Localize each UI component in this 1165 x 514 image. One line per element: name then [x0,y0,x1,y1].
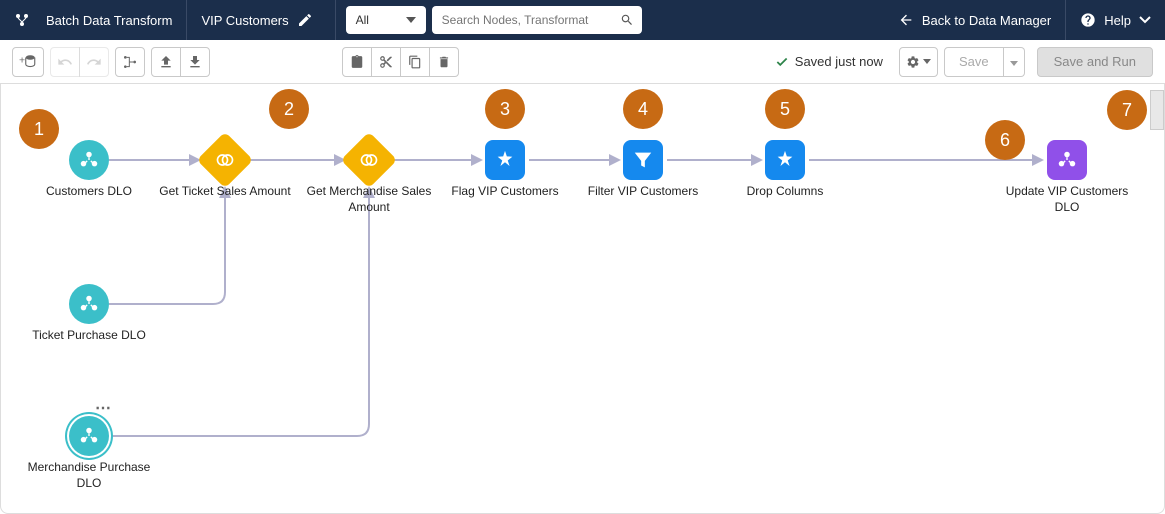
node-update-vip[interactable]: Update VIP Customers DLO [997,140,1137,215]
caret-down-icon [923,59,931,64]
upload-button[interactable] [151,47,181,77]
callout-2: 2 [269,89,309,129]
gear-icon [906,55,920,69]
settings-button[interactable] [899,47,938,77]
node-ticket-purchase[interactable]: Ticket Purchase DLO [19,284,159,344]
node-label: Update VIP Customers DLO [997,184,1137,215]
node-label: Merchandise Purchase DLO [19,460,159,491]
transform-icon [765,140,805,180]
node-label: Get Merchandise Sales Amount [299,184,439,215]
add-source-button[interactable]: + [12,47,44,77]
node-get-merch-sales[interactable]: Get Merchandise Sales Amount [299,140,439,215]
caret-down-icon [406,17,416,23]
arrow-left-icon [898,12,914,28]
check-icon [775,55,789,69]
app-title: Batch Data Transform [46,13,172,28]
source-icon [69,140,109,180]
node-menu-icon[interactable]: ⋯ [95,398,111,418]
filter-icon [623,140,663,180]
node-label: Filter VIP Customers [588,184,698,200]
doc-title-section: VIP Customers [187,0,335,40]
copy-button[interactable] [342,47,372,77]
svg-text:+: + [19,54,25,66]
save-status-text: Saved just now [795,54,883,69]
save-dropdown[interactable] [1004,47,1025,77]
clipboard-icon [350,54,364,70]
filter-selected: All [356,13,369,27]
help-button[interactable]: Help [1066,0,1165,40]
trash-icon [437,54,451,70]
scrollbar[interactable] [1150,90,1164,130]
save-button[interactable]: Save [944,47,1004,77]
callout-4: 4 [623,89,663,129]
download-button[interactable] [180,47,210,77]
node-filter-vip[interactable]: Filter VIP Customers [573,140,713,200]
node-customers-dlo[interactable]: Customers DLO [19,140,159,200]
search-input[interactable] [442,13,632,27]
cut-button[interactable] [371,47,401,77]
node-get-ticket-sales[interactable]: Get Ticket Sales Amount [155,140,295,200]
transform-icon [485,140,525,180]
filter-dropdown[interactable]: All [346,6,426,34]
chevron-down-icon [1139,16,1151,24]
caret-down-icon [1010,61,1018,66]
scissors-icon [379,54,393,70]
callout-7: 7 [1107,90,1147,130]
copy-icon [408,54,422,70]
node-label: Drop Columns [747,184,824,200]
toolbar: + Saved just now Save Save and Run [0,40,1165,84]
node-label: Customers DLO [46,184,132,200]
join-icon [197,132,254,189]
undo-icon [57,54,73,70]
help-label: Help [1104,13,1131,28]
node-flag-vip[interactable]: Flag VIP Customers [435,140,575,200]
search-input-wrap[interactable] [432,6,642,34]
app-title-section: Batch Data Transform [0,0,187,40]
search-section: All [336,6,884,34]
download-icon [187,54,203,70]
layout-button[interactable] [115,47,145,77]
add-db-icon: + [19,53,37,71]
join-icon [341,132,398,189]
redo-button[interactable] [79,47,109,77]
node-drop-cols[interactable]: Drop Columns [715,140,855,200]
hierarchy-icon [122,54,138,70]
save-run-button[interactable]: Save and Run [1037,47,1153,77]
output-icon [1047,140,1087,180]
app-header: Batch Data Transform VIP Customers All B… [0,0,1165,40]
canvas[interactable]: 1 2 3 4 5 6 7 Customers DLO Get Ticket S… [0,84,1165,514]
doc-title: VIP Customers [201,13,288,28]
node-label: Get Ticket Sales Amount [159,184,290,200]
pencil-icon[interactable] [297,12,313,28]
upload-icon [158,54,174,70]
node-merch-purchase[interactable]: ⋯ Merchandise Purchase DLO [19,416,159,491]
question-icon [1080,12,1096,28]
callout-5: 5 [765,89,805,129]
transform-icon [14,12,30,28]
node-label: Flag VIP Customers [451,184,558,200]
undo-button[interactable] [50,47,80,77]
save-status: Saved just now [775,54,883,69]
back-label: Back to Data Manager [922,13,1051,28]
search-icon [620,13,634,27]
source-icon [69,284,109,324]
redo-icon [86,54,102,70]
back-link[interactable]: Back to Data Manager [884,0,1066,40]
node-label: Ticket Purchase DLO [32,328,146,344]
callout-3: 3 [485,89,525,129]
paste-button[interactable] [400,47,430,77]
delete-button[interactable] [429,47,459,77]
source-icon [69,416,109,456]
